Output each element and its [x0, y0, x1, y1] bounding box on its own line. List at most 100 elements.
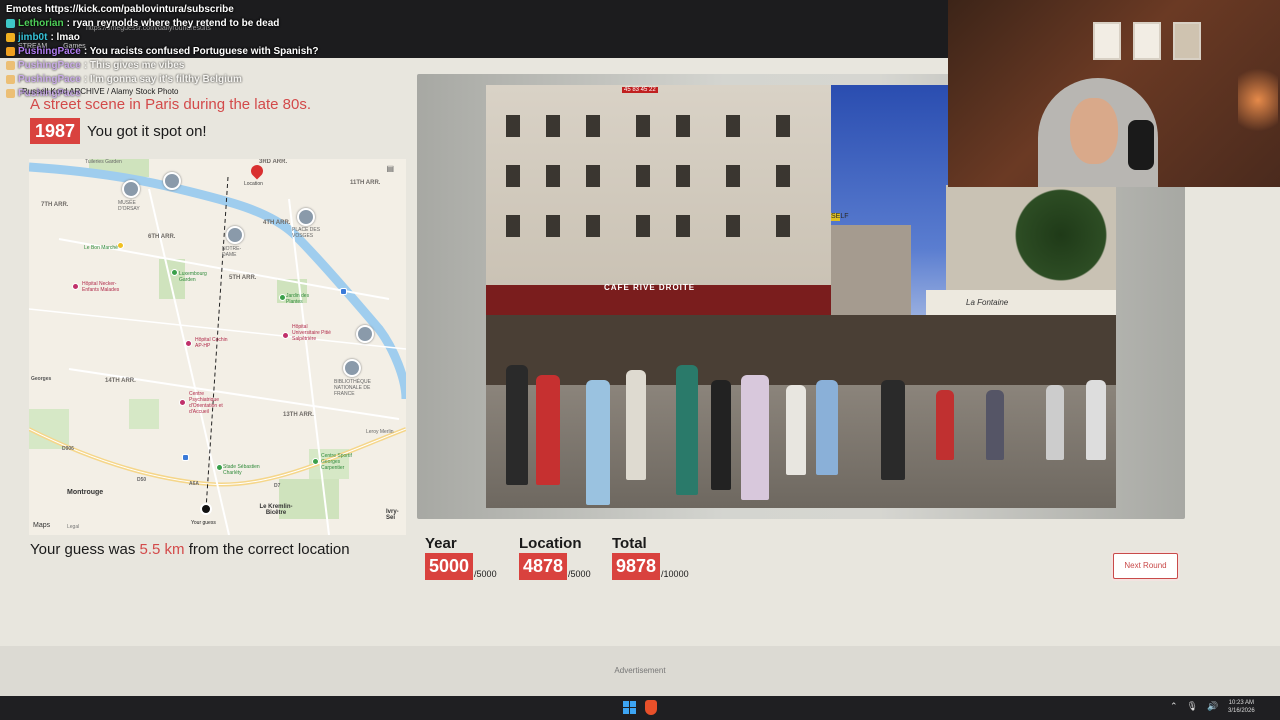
wall-frame-2 [1133, 22, 1161, 60]
distance-result: Your guess was 5.5 km from the correct l… [30, 541, 350, 558]
result-map[interactable]: 3RD ARR. 11TH ARR. 7TH ARR. 6TH ARR. 4TH… [29, 159, 406, 535]
chat-username[interactable]: jimb0t [18, 32, 47, 43]
volume-icon[interactable]: 🔊 [1207, 701, 1218, 712]
microphone-tray-icon[interactable]: 🎙 [1187, 701, 1198, 712]
year-score-label: Year [425, 535, 457, 552]
windows-start-icon[interactable] [623, 701, 636, 714]
microphone-icon [1128, 120, 1154, 170]
chat-message: Lethorian: ryan reynolds where they rete… [6, 16, 526, 30]
map-label-6th: 6TH ARR. [148, 234, 176, 240]
total-score: Total 9878 /10000 [612, 535, 689, 580]
poi-bnf: BIBLIOTHÈQUE NATIONALE DE FRANCE [334, 379, 371, 397]
chat-text: : lmao [50, 31, 80, 43]
apple-maps-logo: Maps [33, 522, 51, 529]
map-legal-link[interactable]: Legal [67, 524, 79, 530]
total-score-max: /10000 [661, 569, 689, 579]
poi-orsay: MUSÉE D'ORSAY [118, 200, 140, 212]
system-tray: ⌃ 🎙 🔊 [1170, 701, 1218, 712]
poi-stpsy: Centre Psychiatrique d'Orientation et d'… [189, 391, 223, 415]
poi-metro-dot[interactable] [182, 454, 189, 461]
map-layers-icon[interactable]: ▤ [386, 164, 394, 173]
poi-louvre-photo[interactable] [163, 172, 181, 190]
map-label-georges: Georges [31, 376, 52, 382]
photo-crowd [486, 335, 1116, 508]
total-score-value: 9878 [612, 553, 661, 580]
poi-salpetriere-dot[interactable] [282, 332, 289, 339]
poi-charlety-dot[interactable] [216, 464, 223, 471]
photo-cafe-sign: CAFE RIVE DROITE [604, 283, 696, 292]
chevron-up-icon[interactable]: ⌃ [1170, 701, 1178, 712]
poi-pitie-photo[interactable] [356, 325, 374, 343]
year-feedback: You got it spot on! [87, 122, 207, 140]
chat-message: PushingPace [6, 86, 526, 100]
location-pin-label: Location [244, 181, 263, 187]
chat-username[interactable]: PushingPace [18, 46, 81, 57]
location-score-value: 4878 [519, 553, 568, 580]
map-label-13th: 13TH ARR. [283, 412, 314, 418]
chat-text: Emotes https://kick.com/pablovintura/sub… [6, 3, 234, 15]
map-label-kremlin: Le Kremlin-Bicêtre [259, 504, 293, 516]
poi-plantes: Jardin des Plantes [286, 293, 310, 305]
distance-suffix: from the correct location [184, 541, 350, 558]
poi-necker-dot[interactable] [72, 283, 79, 290]
poi-notre-dame-photo[interactable] [226, 226, 244, 244]
chat-message: Emotes https://kick.com/pablovintura/sub… [6, 2, 526, 16]
chat-message: PushingPace: I'm gonna say it's filthy B… [6, 72, 526, 86]
guess-pin-label: Your guess [191, 520, 216, 526]
chat-username[interactable]: PushingPace [18, 60, 81, 71]
chat-message: jimb0t: lmao [6, 30, 526, 44]
taskbar-clock[interactable]: 10:23 AM 3/16/2026 [1228, 699, 1255, 715]
chat-username[interactable]: Lethorian [18, 18, 64, 29]
year-score-value: 5000 [425, 553, 474, 580]
poi-luxembourg-dot[interactable] [171, 269, 178, 276]
poi-vosges-photo[interactable] [297, 208, 315, 226]
stream-chat-overlay: Emotes https://kick.com/pablovintura/sub… [6, 2, 526, 100]
map-label-3rd: 3RD ARR. [259, 159, 288, 165]
poi-transit-dot[interactable] [340, 288, 347, 295]
road-d906: D906 [62, 446, 74, 452]
advertisement-label: Advertisement [614, 666, 666, 675]
chat-username[interactable]: PushingPace [18, 74, 81, 85]
chat-badge-icon [6, 88, 15, 98]
clock-date: 3/16/2026 [1228, 708, 1255, 714]
year-score: Year 5000 /5000 [425, 535, 497, 580]
correct-year-badge: 1987 [30, 118, 81, 144]
poi-orsay-photo[interactable] [122, 180, 140, 198]
poi-bnf-photo[interactable] [343, 359, 361, 377]
poi-carpentier-dot[interactable] [312, 458, 319, 465]
poi-notre-dame: NOTRE-DAME [222, 246, 242, 258]
next-round-button[interactable]: Next Round [1113, 553, 1178, 579]
chat-username[interactable]: PushingPace [18, 88, 81, 99]
poi-plantes-dot[interactable] [279, 294, 286, 301]
poi-bonmarche-dot[interactable] [117, 242, 124, 249]
road-d7: D7 [274, 483, 281, 489]
map-label-7th: 7TH ARR. [41, 202, 69, 208]
chat-message: PushingPace: You racists confused Portug… [6, 44, 526, 58]
year-result: 1987 You got it spot on! [30, 118, 207, 144]
chat-text: : I'm gonna say it's filthy Belgium [83, 73, 242, 85]
road-d50: D50 [137, 477, 147, 483]
chat-badge-icon [6, 18, 15, 28]
map-label-ivry: Ivry-Sei [386, 509, 399, 521]
poi-charlety: Stade Sébastien Charléty [223, 464, 260, 476]
total-score-label: Total [612, 535, 647, 552]
clock-time: 10:23 AM [1228, 700, 1255, 706]
chat-badge-icon [6, 74, 15, 84]
chat-badge-icon [6, 32, 15, 42]
photo-self-sign: SELF [831, 213, 849, 221]
road-a6a: A6A [189, 481, 200, 487]
streamer-face [1070, 98, 1118, 164]
wall-frame-3 [1173, 22, 1201, 60]
poi-tuileries: Tuileries Garden [85, 159, 122, 165]
guess-pin-icon[interactable] [200, 503, 212, 515]
distance-prefix: Your guess was [30, 541, 140, 558]
location-score-max: /5000 [568, 569, 591, 579]
map-label-5th: 5TH ARR. [229, 275, 257, 281]
poi-stpsy-dot[interactable] [179, 399, 186, 406]
poi-carpentier: Centre Sportif Georges Carpentier [321, 453, 352, 471]
photo-top-sign: 45 83 45 22 [622, 87, 658, 93]
taskbar: ⌃ 🎙 🔊 10:23 AM 3/16/2026 [0, 696, 1280, 720]
brave-browser-icon[interactable] [645, 700, 657, 715]
poi-vosges: PLACE DES VOSGES [292, 227, 321, 239]
poi-cochin-dot[interactable] [185, 340, 192, 347]
